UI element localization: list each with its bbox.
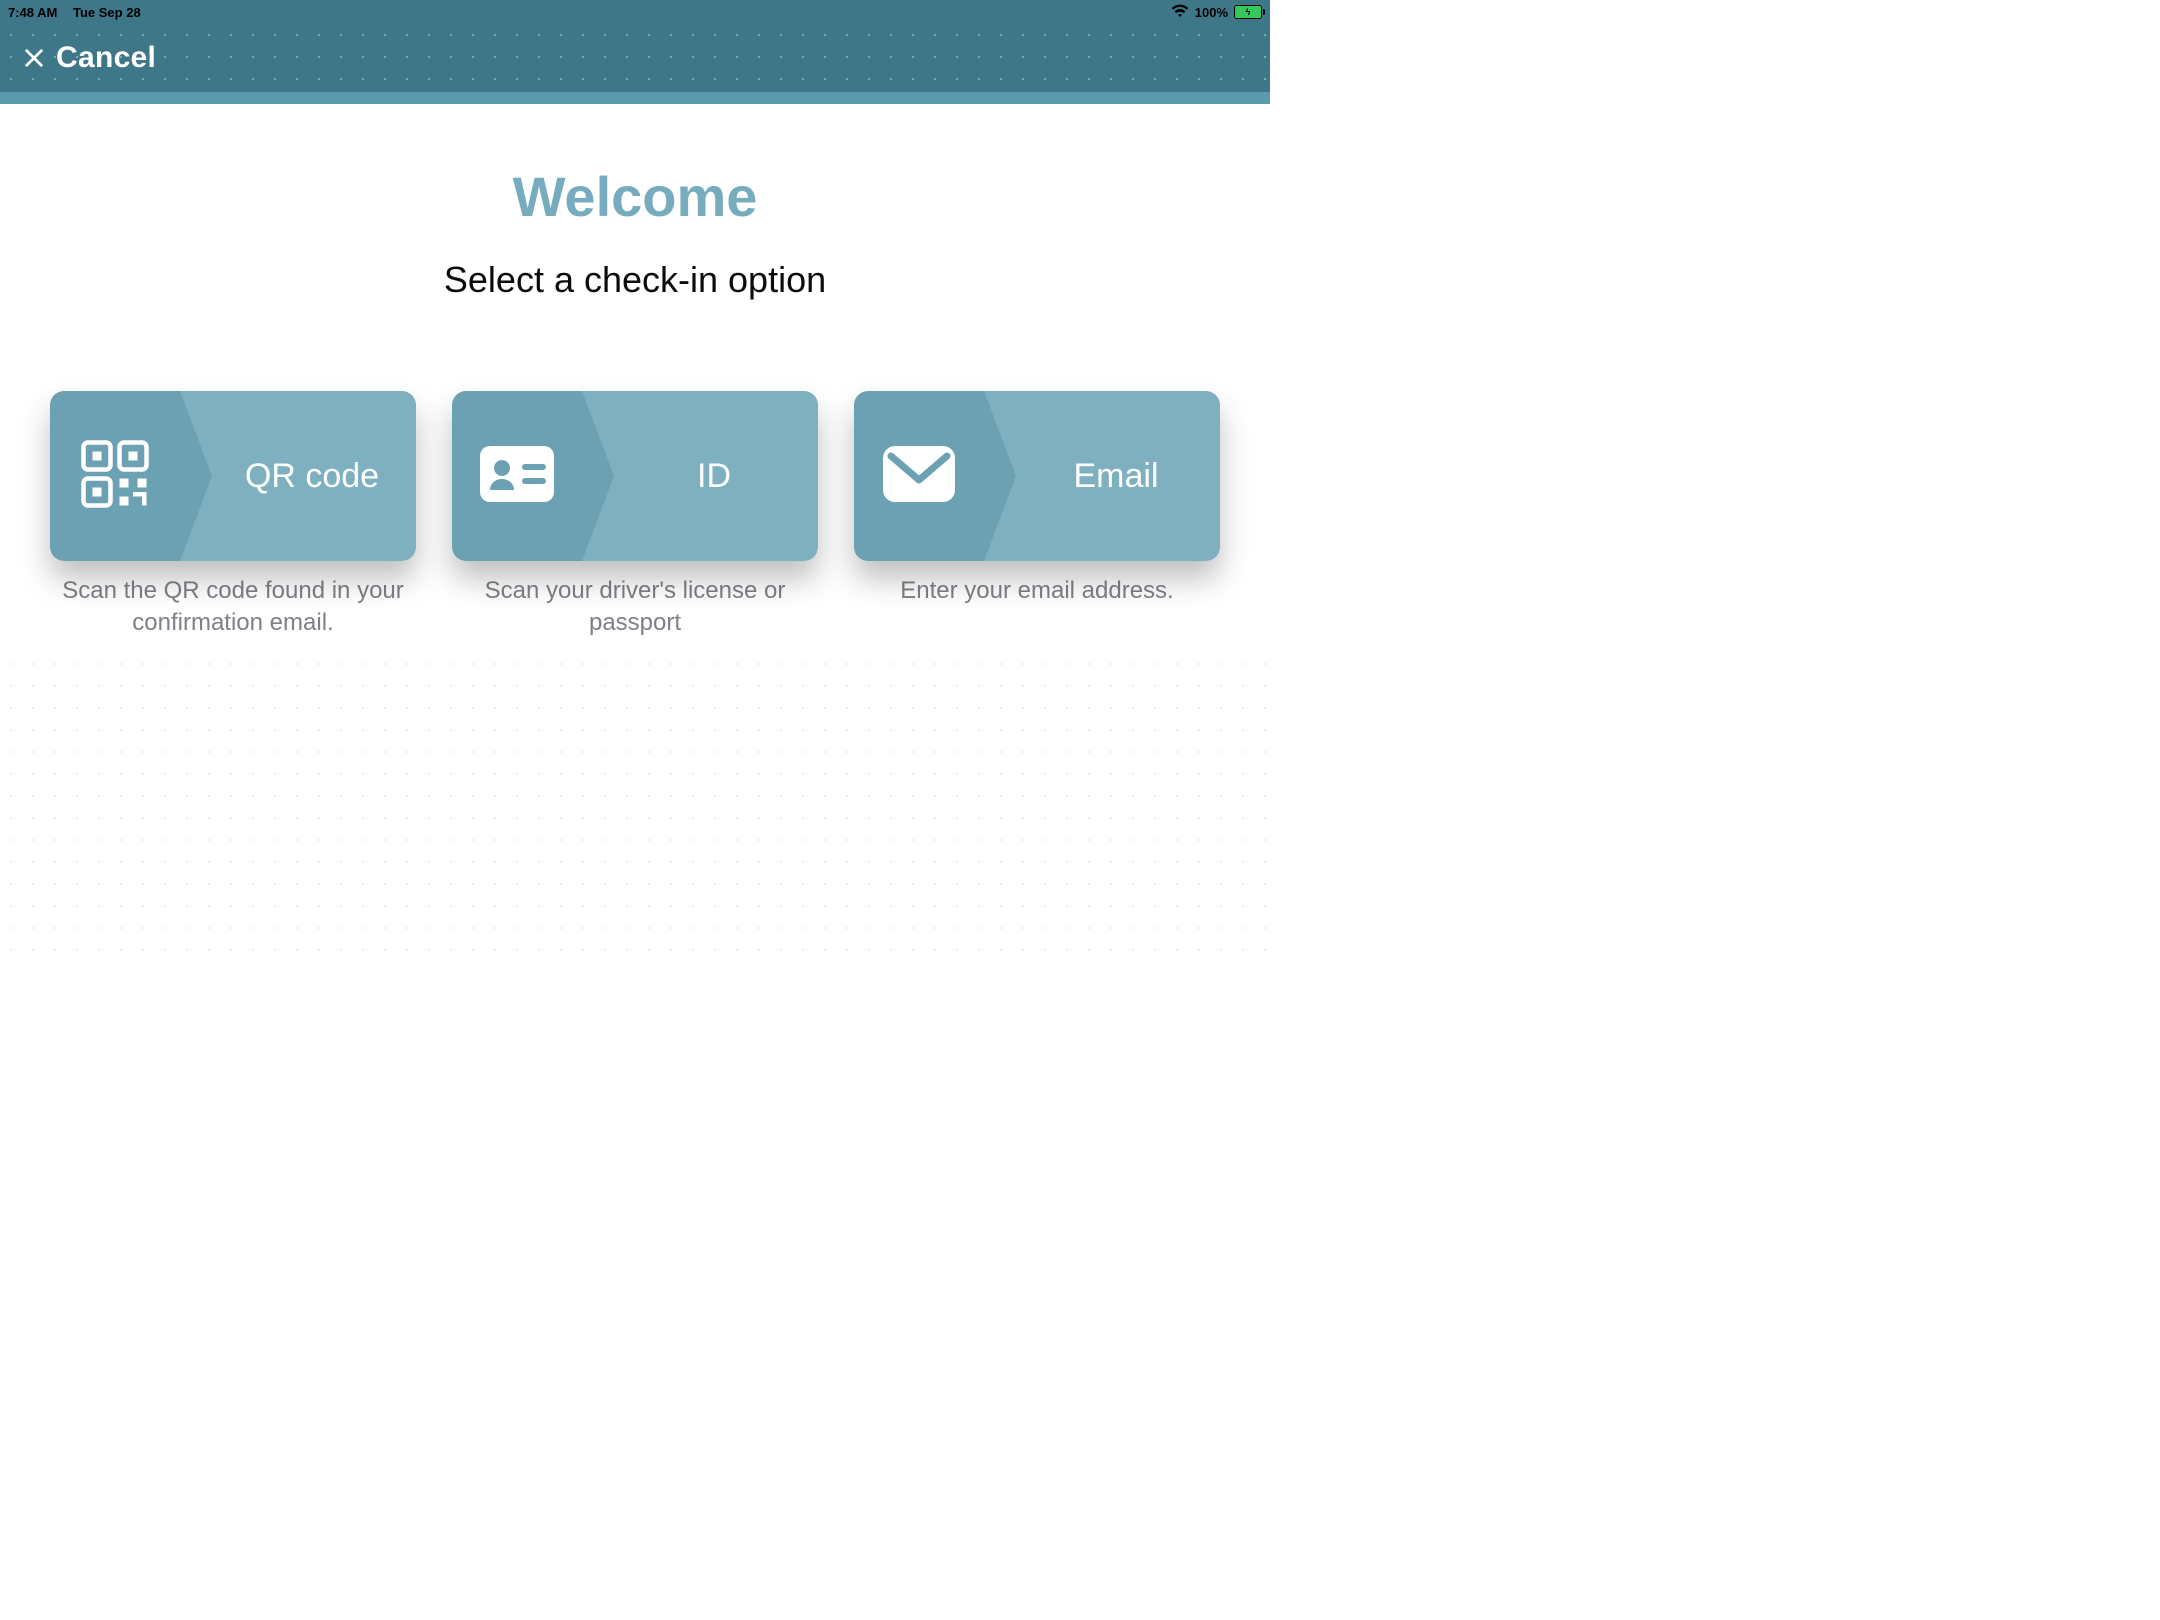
email-option-caption: Enter your email address. xyxy=(854,575,1220,607)
checkin-option-cards: QR code Scan the QR code found in your c… xyxy=(30,391,1240,640)
status-date: Tue Sep 28 xyxy=(73,5,141,20)
id-option-card[interactable]: ID xyxy=(452,391,818,561)
wifi-icon xyxy=(1171,4,1189,21)
qr-code-icon xyxy=(79,438,151,515)
battery-percent: 100% xyxy=(1195,5,1228,20)
status-bar: 7:48 AM Tue Sep 28 100% ϟ xyxy=(0,0,1270,24)
nav-header: Cancel xyxy=(0,24,1270,92)
qr-code-option-caption: Scan the QR code found in your confirmat… xyxy=(50,575,416,640)
main-content: Welcome Select a check-in option xyxy=(0,104,1270,680)
email-option-card[interactable]: Email xyxy=(854,391,1220,561)
page-title: Welcome xyxy=(30,164,1240,229)
status-time: 7:48 AM xyxy=(8,5,57,20)
background-dot-texture xyxy=(0,653,1270,953)
qr-code-option-card[interactable]: QR code xyxy=(50,391,416,561)
email-option-title: Email xyxy=(1073,457,1158,496)
header-accent-strip xyxy=(0,92,1270,104)
battery-icon: ϟ xyxy=(1234,5,1262,19)
id-card-icon xyxy=(480,446,554,507)
qr-code-option-title: QR code xyxy=(245,457,379,496)
id-option-caption: Scan your driver's license or passport xyxy=(452,575,818,640)
email-icon xyxy=(883,446,955,507)
page-subtitle: Select a check-in option xyxy=(30,259,1240,301)
cancel-label: Cancel xyxy=(56,41,156,75)
close-icon xyxy=(22,46,46,70)
id-option-title: ID xyxy=(697,457,731,496)
cancel-button[interactable]: Cancel xyxy=(22,41,156,75)
